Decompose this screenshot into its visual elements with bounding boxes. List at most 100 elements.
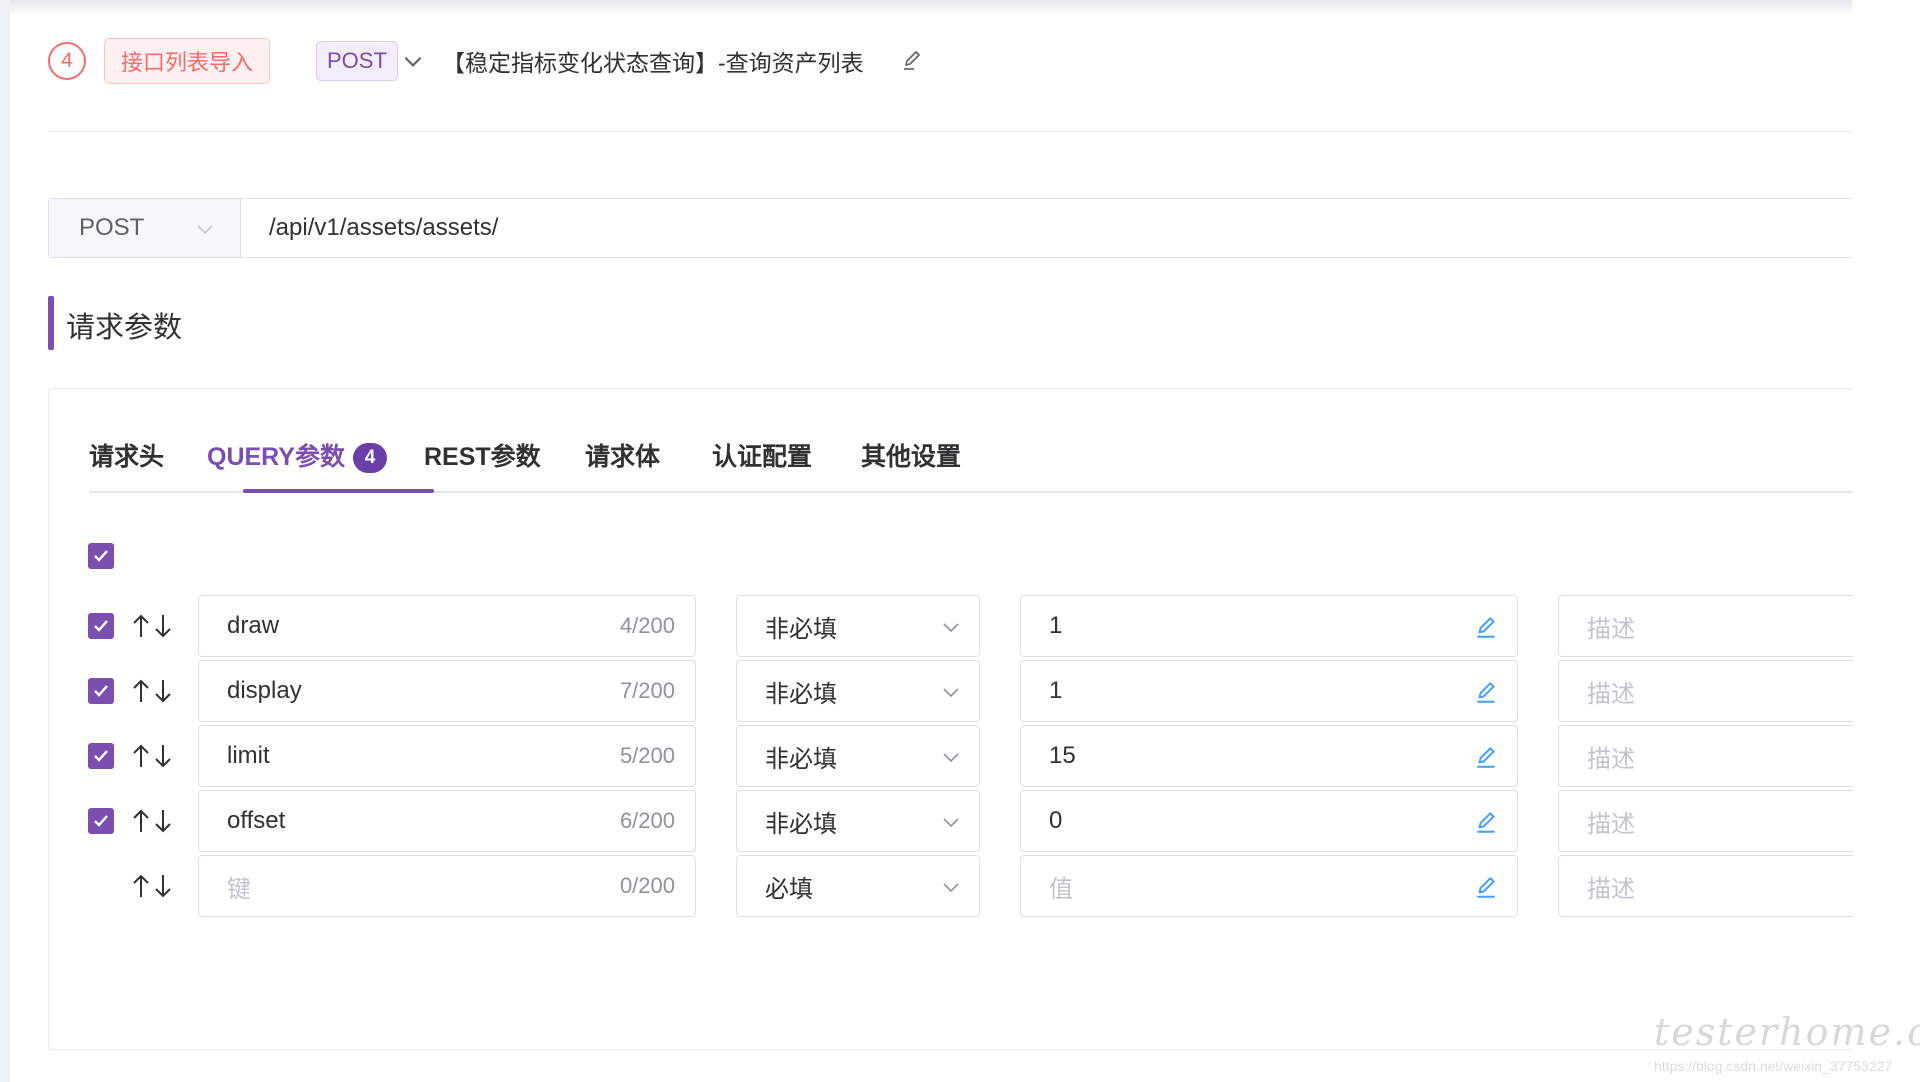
param-key: limit [227,742,270,769]
param-required-select[interactable]: 非必填 [736,660,980,722]
page: 4 接口列表导入 POST 【稳定指标变化状态查询】-查询资产列表 POST /… [0,0,1920,1082]
param-value: 1 [1049,612,1063,639]
param-required-select[interactable]: 非必填 [736,725,980,787]
api-title: 【稳定指标变化状态查询】-查询资产列表 [442,50,864,76]
sort-arrows-icon[interactable] [129,741,175,771]
param-desc-input[interactable]: 描述 [1558,660,1853,722]
checkmark-icon [94,620,108,632]
param-desc-input[interactable]: 描述 [1558,855,1853,917]
tab-label: REST参数 [424,443,541,471]
sort-arrows-icon[interactable] [129,871,175,901]
select-all-checkbox[interactable] [88,543,114,569]
sort-arrows-icon[interactable] [129,806,175,836]
param-value-input[interactable]: 1 [1020,595,1518,657]
row-checkbox[interactable] [88,613,114,639]
active-tab-indicator [243,489,434,493]
param-key: draw [227,612,280,639]
param-value: 1 [1049,677,1063,704]
param-value: 0 [1049,807,1063,834]
param-desc-input[interactable]: 描述 [1558,790,1853,852]
chevron-down-icon [943,688,959,698]
param-key-input[interactable]: offset 6/200 [198,790,696,852]
param-key-count: 5/200 [619,743,675,768]
param-key: offset [227,807,286,834]
pencil-edit-icon[interactable] [900,48,924,72]
tab-request-body[interactable]: 请求体 [585,437,660,493]
pencil-edit-icon[interactable] [1473,614,1499,640]
param-key-count: 6/200 [619,808,675,833]
param-key: display [227,677,302,704]
param-value-input[interactable]: 15 [1020,725,1518,787]
param-key-input[interactable]: draw 4/200 [198,595,696,657]
checkmark-icon [94,550,108,562]
row-checkbox[interactable] [88,808,114,834]
param-desc-input[interactable]: 描述 [1558,595,1853,657]
pencil-edit-icon[interactable] [1473,679,1499,705]
param-key: 键 [227,875,251,903]
param-key-input[interactable]: display 7/200 [198,660,696,722]
tab-label: 请求头 [89,443,165,471]
pencil-edit-icon[interactable] [1473,874,1499,900]
url-bar: POST /api/v1/assets/assets/ [48,198,1852,258]
checkmark-icon [94,685,108,697]
param-value-input[interactable]: 1 [1020,660,1518,722]
chevron-down-icon [197,225,213,235]
method-tag[interactable]: POST [316,41,398,81]
param-required-select[interactable]: 非必填 [736,790,980,852]
section-title: 请求参数 [66,312,183,344]
pencil-edit-icon[interactable] [1473,809,1499,835]
param-required-value: 必填 [765,875,813,903]
param-value-input[interactable]: 值 [1020,855,1518,917]
tab-count-badge: 4 [352,443,387,473]
tab-label: QUERY参数 [207,443,345,471]
sort-arrows-icon[interactable] [129,676,175,706]
chevron-down-icon [943,818,959,828]
param-row: 键 0/200 必填 值 描述 [49,855,1853,917]
tab-auth-config[interactable]: 认证配置 [712,437,812,493]
param-value: 15 [1049,742,1076,769]
param-required-value: 非必填 [765,680,837,708]
chevron-down-icon[interactable] [400,48,426,74]
params-tabs: 请求头 QUERY参数 4 REST参数 请求体 认证配置 其他设置 [89,437,1853,493]
method-select[interactable]: POST [49,199,241,257]
param-row: display 7/200 非必填 1 描述 [49,660,1853,722]
method-select-value: POST [79,214,145,241]
param-required-select[interactable]: 非必填 [736,595,980,657]
section-accent-bar [48,296,54,350]
header-divider [48,131,1852,132]
tab-label: 其他设置 [861,443,962,471]
step-number-badge: 4 [48,42,86,80]
param-desc-input[interactable]: 描述 [1558,725,1853,787]
param-value-input[interactable]: 0 [1020,790,1518,852]
chevron-down-icon [943,623,959,633]
row-checkbox[interactable] [88,678,114,704]
import-source-tag: 接口列表导入 [104,38,271,84]
row-checkbox[interactable] [88,743,114,769]
param-key-count: 7/200 [619,678,675,703]
param-required-value: 非必填 [765,745,837,773]
watermark-url: https://blog.csdn.net/weixin_37753227 [1654,1058,1893,1074]
param-required-value: 非必填 [765,810,837,838]
pencil-edit-icon[interactable] [1473,744,1499,770]
param-key-input[interactable]: limit 5/200 [198,725,696,787]
param-key-count: 0/200 [619,873,675,898]
param-required-value: 非必填 [765,615,837,643]
params-card: 请求头 QUERY参数4 REST参数 请求体 认证配置 其他设置 draw [48,388,1853,1050]
param-key-count: 4/200 [619,613,675,638]
tab-other-settings[interactable]: 其他设置 [861,437,961,493]
param-key-input[interactable]: 键 0/200 [198,855,696,917]
tab-request-headers[interactable]: 请求头 [89,437,164,493]
chevron-down-icon [943,753,959,763]
url-input[interactable]: /api/v1/assets/assets/ [241,199,1852,257]
param-row: limit 5/200 非必填 15 描述 [49,725,1853,787]
checkmark-icon [94,750,108,762]
tab-label: 认证配置 [712,443,813,471]
left-edge-panel [0,0,10,1082]
sort-arrows-icon[interactable] [129,611,175,641]
tab-query-params[interactable]: QUERY参数 4 [207,437,387,493]
watermark-logo: testerhome.com [1654,1010,1920,1054]
tab-rest-params[interactable]: REST参数 [424,437,541,493]
param-value: 值 [1049,875,1073,903]
param-required-select[interactable]: 必填 [736,855,980,917]
checkmark-icon [94,815,108,827]
